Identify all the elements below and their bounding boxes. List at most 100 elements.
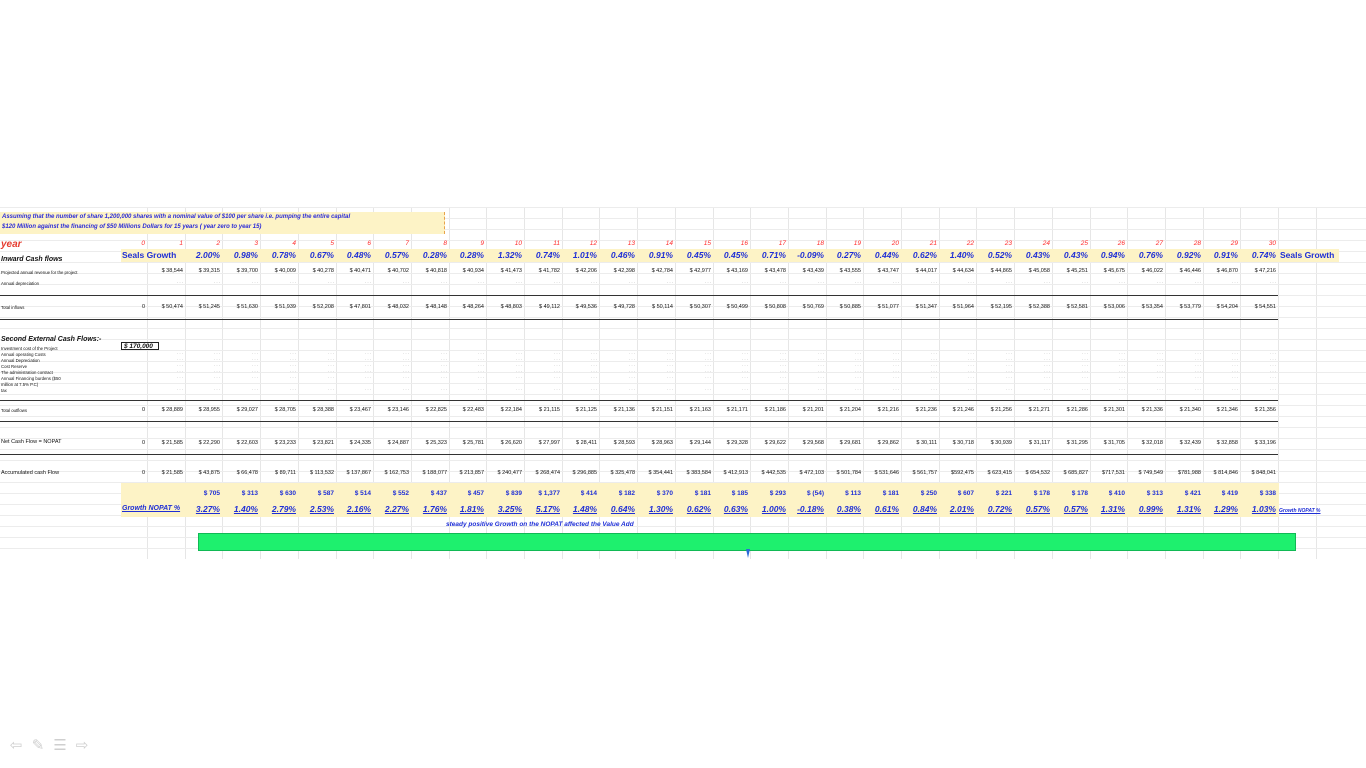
growth-nopat-value: 0.57% (1063, 504, 1088, 514)
accumulated-cell: $ 749,549 (1138, 470, 1163, 476)
growth-nopat-value: 1.30% (648, 504, 673, 514)
growth-nopat-value: 2.16% (346, 504, 371, 514)
forward-arrow-icon[interactable]: ⇨ (74, 738, 90, 754)
inward-cash-flows-heading: Inward Cash flows (1, 256, 63, 263)
depreciation-out-label: Annual Depreciation (1, 358, 40, 363)
revenue-cell: $ 46,870 (1216, 268, 1238, 274)
total-inflows-cell: $ 51,630 (236, 304, 258, 310)
seals-growth-value: 0.45% (723, 250, 748, 260)
cost-detail-cell: · · · (968, 388, 974, 392)
cost-detail-cell: · · · (1157, 358, 1163, 362)
depreciation-label: Annual depreciation (1, 281, 39, 286)
nopat-delta-cell: $ 421 (1184, 490, 1201, 497)
depreciation-cell: · · · (1044, 281, 1050, 285)
total-inflows-label: Total inflows (1, 305, 25, 310)
cost-detail-cell: · · · (1232, 370, 1238, 374)
grid-row-line (0, 328, 1366, 329)
nopat-delta-cell: $ 552 (392, 490, 409, 497)
growth-nopat-value: 2.01% (949, 504, 974, 514)
growth-nopat-value: 1.29% (1213, 504, 1238, 514)
growth-nopat-value: 2.27% (384, 504, 409, 514)
cost-detail-cell: · · · (1195, 364, 1201, 368)
depreciation-cell: · · · (403, 281, 409, 285)
cost-detail-cell: · · · (705, 358, 711, 362)
revenue-cell: $ 43,478 (764, 268, 786, 274)
year-number: 14 (665, 240, 673, 247)
cost-detail-cell: · · · (478, 370, 484, 374)
cost-detail-cell: · · · (403, 388, 409, 392)
total-outflows-cell: $ 21,136 (613, 407, 635, 413)
menu-icon[interactable]: ☰ (52, 738, 68, 754)
pen-icon[interactable]: ✎ (30, 738, 46, 754)
depreciation-cell: · · · (1232, 281, 1238, 285)
cost-detail-cell: · · · (780, 364, 786, 368)
cost-detail-cell: · · · (1082, 352, 1088, 356)
total-inflows-cell: $ 50,474 (161, 304, 183, 310)
net-cash-flow-cell: $ 23,821 (312, 440, 334, 446)
net-cash-flow-cell: $ 32,858 (1216, 440, 1238, 446)
growth-nopat-label-right: Growth NOPAT % (1279, 508, 1321, 514)
accumulated-cell: $ 623,415 (987, 470, 1012, 476)
growth-nopat-value: 1.31% (1100, 504, 1125, 514)
total-inflows-cell: $ 48,148 (425, 304, 447, 310)
cost-detail-cell: · · · (1232, 376, 1238, 380)
total-outflows-cell: $ 21,340 (1179, 407, 1201, 413)
back-arrow-icon[interactable]: ⇦ (8, 738, 24, 754)
cost-detail-cell: · · · (667, 364, 673, 368)
cost-detail-cell: · · · (705, 364, 711, 368)
depreciation-cell: · · · (667, 281, 673, 285)
cost-detail-cell: · · · (780, 370, 786, 374)
cost-detail-cell: · · · (365, 352, 371, 356)
growth-nopat-value: 1.03% (1251, 504, 1276, 514)
seals-growth-value: -0.09% (797, 250, 824, 260)
second-external-heading: Second External Cash Flows:- (1, 336, 102, 343)
cost-detail-cell: · · · (328, 370, 334, 374)
accumulated-cell: $ 654,532 (1025, 470, 1050, 476)
total-outflows-label: Total outflows (1, 408, 28, 413)
cost-detail-cell: · · · (855, 370, 861, 374)
cost-detail-cell: · · · (252, 352, 258, 356)
cost-detail-cell: · · · (403, 358, 409, 362)
investment-cost-value: $ 170,000 (121, 342, 159, 350)
total-outflows-cell: 0 (141, 407, 145, 413)
depreciation-cell: · · · (214, 281, 220, 285)
total-inflows-cell: $ 50,307 (689, 304, 711, 310)
total-inflows-cell: $ 51,245 (198, 304, 220, 310)
cost-detail-cell: · · · (365, 376, 371, 380)
year-number: 27 (1155, 240, 1163, 247)
seals-growth-value: 1.01% (572, 250, 597, 260)
total-inflows-cell: $ 48,803 (500, 304, 522, 310)
nopat-delta-cell: $ 587 (317, 490, 334, 497)
cost-detail-cell: · · · (855, 388, 861, 392)
seals-growth-value: 2.00% (195, 250, 220, 260)
cost-detail-cell: · · · (893, 376, 899, 380)
total-outflows-cell: $ 28,955 (198, 407, 220, 413)
year-number: 5 (330, 240, 334, 247)
grid-row-line (0, 339, 1366, 340)
year-number: 1 (179, 240, 183, 247)
total-outflows-cell: $ 21,271 (1028, 407, 1050, 413)
accumulated-cell: $ 21,585 (161, 470, 183, 476)
accumulated-label: Accumulated cash Flow (1, 470, 60, 476)
net-cash-flow-cell: $ 31,705 (1103, 440, 1125, 446)
year-number: 12 (589, 240, 597, 247)
cost-detail-cell: · · · (780, 376, 786, 380)
growth-nopat-value: 3.27% (195, 504, 220, 514)
net-cash-flow-cell: $ 30,718 (952, 440, 974, 446)
nopat-delta-cell: $ 414 (580, 490, 597, 497)
growth-nopat-value: 5.17% (535, 504, 560, 514)
seals-growth-label-right: Seals Growth (1280, 250, 1335, 260)
growth-nopat-value: 1.00% (761, 504, 786, 514)
net-cash-flow-cell: $ 27,997 (538, 440, 560, 446)
year-number: 22 (966, 240, 974, 247)
cost-detail-cell: · · · (252, 358, 258, 362)
cost-detail-cell: · · · (441, 376, 447, 380)
cost-detail-cell: · · · (441, 352, 447, 356)
financing-label-2: million at 7.5% P.C) (1, 382, 39, 387)
revenue-cell: $ 39,315 (198, 268, 220, 274)
growth-nopat-value: 0.62% (686, 504, 711, 514)
grid-row-line (0, 262, 1366, 263)
cost-detail-cell: · · · (478, 358, 484, 362)
seals-growth-value: 0.27% (836, 250, 861, 260)
cost-detail-cell: · · · (742, 388, 748, 392)
